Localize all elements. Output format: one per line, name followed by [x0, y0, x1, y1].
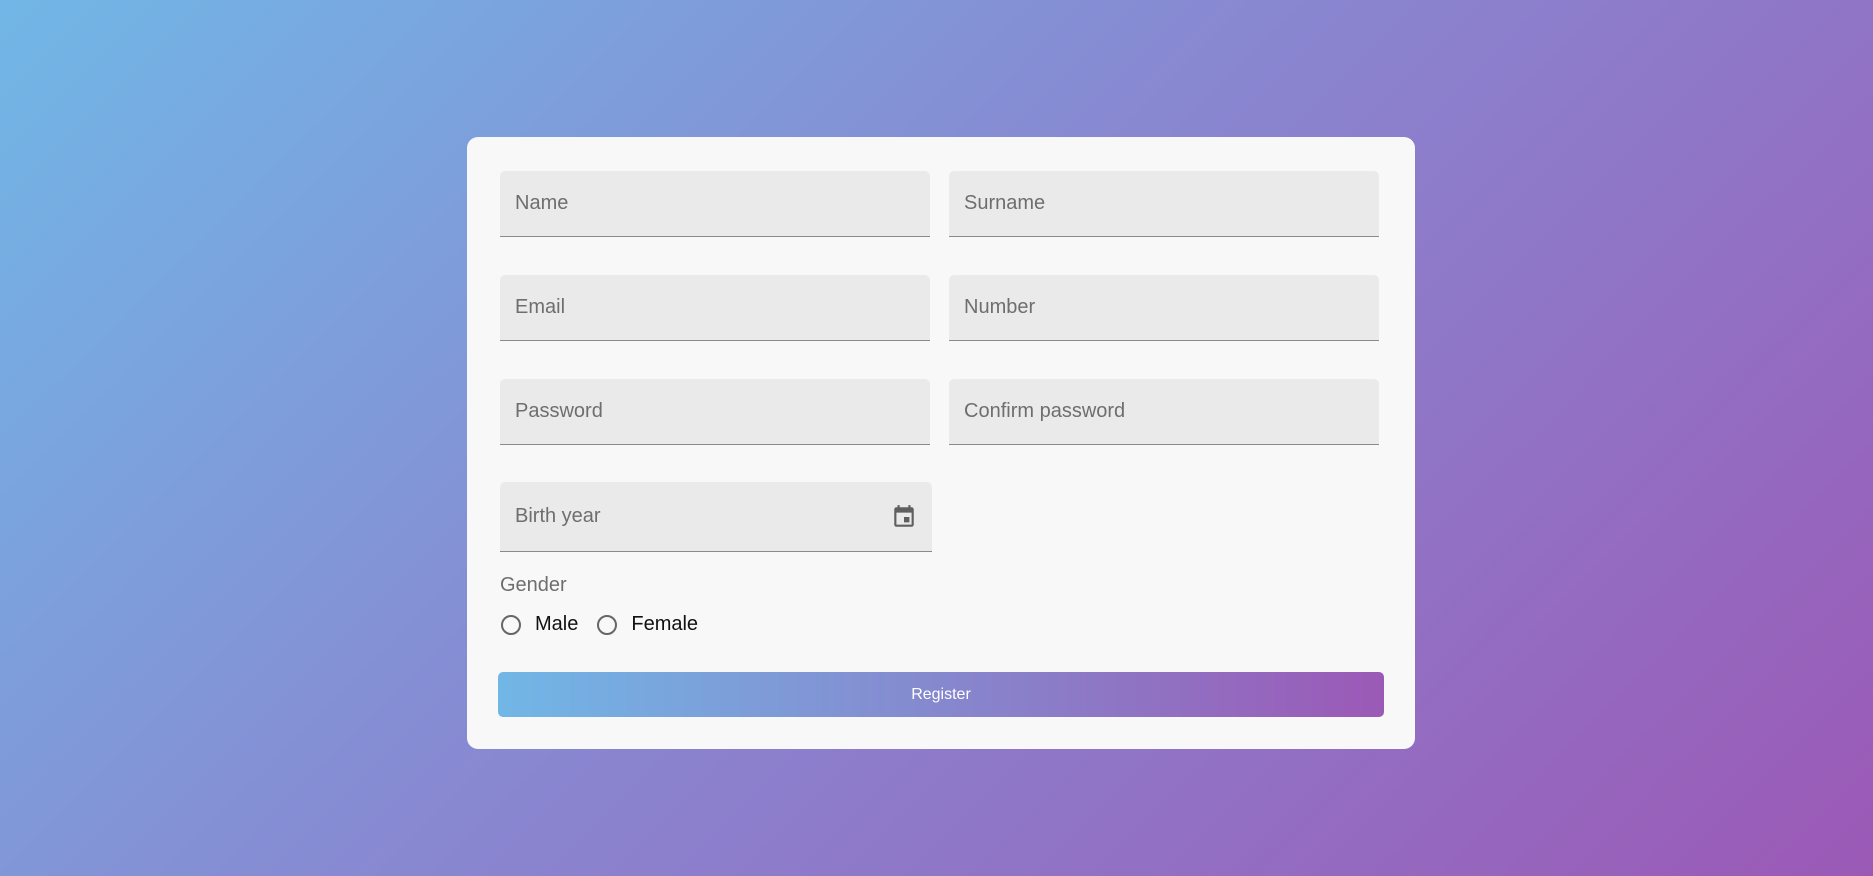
- password-field[interactable]: [500, 379, 930, 445]
- surname-field[interactable]: [949, 171, 1379, 237]
- register-button[interactable]: Register: [498, 672, 1384, 717]
- email-input[interactable]: [515, 275, 915, 340]
- gender-option-female[interactable]: Female: [596, 613, 698, 636]
- confirm-password-field[interactable]: [949, 379, 1379, 445]
- birth-year-input[interactable]: [515, 482, 883, 551]
- email-field[interactable]: [500, 275, 930, 341]
- name-input[interactable]: [515, 171, 915, 236]
- calendar-icon[interactable]: [891, 504, 917, 530]
- surname-input[interactable]: [964, 171, 1364, 236]
- female-label: Female: [631, 613, 699, 635]
- confirm-password-input[interactable]: [964, 379, 1364, 444]
- number-field[interactable]: [949, 275, 1379, 341]
- gender-label: Gender: [500, 574, 567, 596]
- male-label: Male: [535, 613, 579, 635]
- female-radio[interactable]: [597, 614, 618, 635]
- number-input[interactable]: [964, 275, 1364, 340]
- birth-year-field[interactable]: [500, 482, 932, 552]
- gender-radio-group: Male Female: [500, 613, 716, 636]
- name-field[interactable]: [500, 171, 930, 237]
- password-input[interactable]: [515, 379, 915, 444]
- male-radio[interactable]: [501, 614, 521, 635]
- registration-card: Gender Male Female Register: [467, 137, 1415, 749]
- gender-option-male[interactable]: Male: [500, 613, 578, 636]
